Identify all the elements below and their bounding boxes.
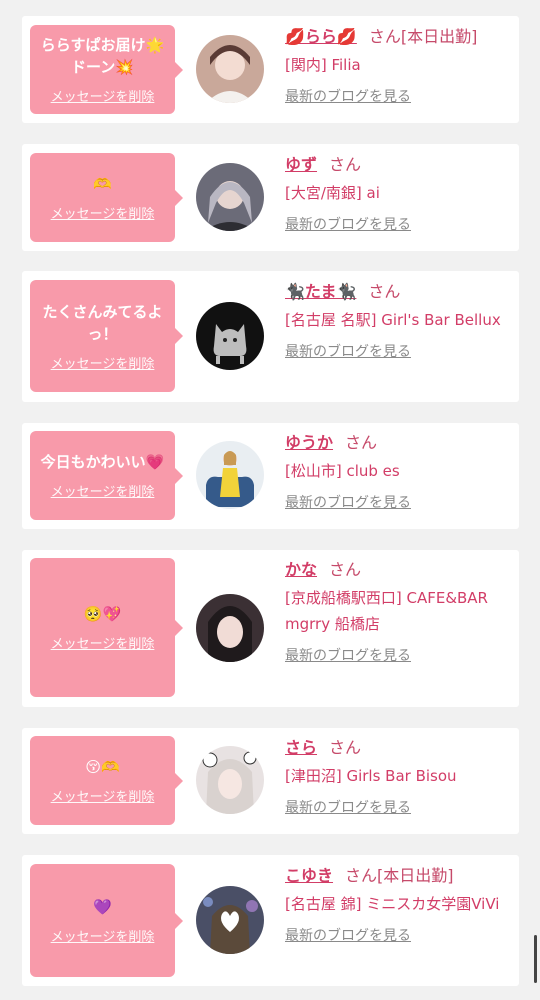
- message-bubble: たくさんみてるよっ！ メッセージを削除: [30, 280, 183, 392]
- scrollbar-thumb[interactable]: [534, 935, 537, 983]
- delete-message-link[interactable]: メッセージを削除: [51, 786, 155, 805]
- name-line: ゆうか さん: [285, 432, 510, 454]
- latest-blog-link[interactable]: 最新のブログを見る: [285, 799, 510, 817]
- name-line: さら さん: [285, 737, 510, 759]
- name-line: こゆき さん[本日出勤]: [285, 865, 510, 887]
- cast-name-link[interactable]: こゆき: [285, 866, 333, 885]
- avatar-photo: [196, 886, 264, 954]
- latest-blog-link[interactable]: 最新のブログを見る: [285, 647, 510, 665]
- honorific: さん: [329, 155, 362, 174]
- latest-blog-link[interactable]: 最新のブログを見る: [285, 927, 510, 945]
- message-bubble: 💜 メッセージを削除: [30, 864, 183, 977]
- avatar[interactable]: [196, 594, 264, 662]
- message-bubble: 🥺💖 メッセージを削除: [30, 558, 183, 697]
- list-item: 今日もかわいい💗 メッセージを削除 ゆうか さん [松山市] club es 最新…: [22, 423, 519, 529]
- delete-message-link[interactable]: メッセージを削除: [51, 481, 155, 500]
- message-bubble: ららすぱお届け🌟ドーン💥 メッセージを削除: [30, 25, 183, 114]
- avatar-photo: [196, 594, 264, 662]
- name-line: かな さん: [285, 559, 510, 581]
- message-bubble: 今日もかわいい💗 メッセージを削除: [30, 431, 183, 520]
- avatar-photo: [196, 163, 264, 231]
- avatar[interactable]: [196, 886, 264, 954]
- avatar-photo: [196, 746, 264, 814]
- shop-name: [津田沼] Girls Bar Bisou: [285, 767, 457, 785]
- latest-blog-link[interactable]: 最新のブログを見る: [285, 494, 510, 512]
- latest-blog-link[interactable]: 最新のブログを見る: [285, 88, 510, 106]
- delete-message-link[interactable]: メッセージを削除: [51, 86, 155, 105]
- delete-message-link[interactable]: メッセージを削除: [51, 926, 155, 945]
- message-text: 💜: [93, 898, 112, 916]
- cast-info: かな さん [京成船橋駅西口] CAFE&BAR mgrry 船橋店 最新のブログ…: [285, 559, 510, 665]
- avatar-photo: [196, 35, 264, 103]
- avatar-photo: [196, 441, 264, 509]
- cast-info: 🐈‍⬛たま🐈‍⬛ さん [名古屋 名駅] Girl's Bar Bellux 最新…: [285, 281, 510, 361]
- message-text: 😚🫶: [85, 758, 120, 776]
- honorific: さん: [368, 27, 401, 46]
- honorific: さん: [345, 866, 378, 885]
- cast-name-link[interactable]: 🐈‍⬛たま🐈‍⬛: [285, 282, 356, 301]
- cast-name-link[interactable]: さら: [285, 738, 317, 757]
- honorific: さん: [329, 560, 362, 579]
- list-item: 😚🫶 メッセージを削除 さら さん [津田沼] Girls Bar Bisou 最…: [22, 728, 519, 834]
- name-line: 🐈‍⬛たま🐈‍⬛ さん: [285, 281, 510, 303]
- message-text: 今日もかわいい💗: [40, 453, 165, 471]
- cast-info: ゆず さん [大宮/南銀] ai 最新のブログを見る: [285, 154, 510, 234]
- list-item: たくさんみてるよっ！ メッセージを削除 🐈‍⬛たま🐈‍⬛ さん [名古屋 名駅] …: [22, 271, 519, 402]
- shop-name: [大宮/南銀] ai: [285, 184, 380, 202]
- delete-message-link[interactable]: メッセージを削除: [51, 203, 155, 222]
- list-item: 🫶 メッセージを削除 ゆず さん [大宮/南銀] ai 最新のブログを見る: [22, 144, 519, 251]
- shop-name: [関内] Filia: [285, 56, 361, 74]
- message-text: ららすぱお届け🌟ドーン💥: [40, 36, 165, 76]
- message-text: 🫶: [93, 175, 112, 193]
- cast-info: さら さん [津田沼] Girls Bar Bisou 最新のブログを見る: [285, 737, 510, 817]
- work-status: [本日出勤]: [400, 27, 478, 46]
- avatar[interactable]: [196, 35, 264, 103]
- name-line: 💋らら💋 さん[本日出勤]: [285, 26, 510, 48]
- shop-name: [京成船橋駅西口] CAFE&BAR mgrry 船橋店: [285, 589, 488, 633]
- list-item: ららすぱお届け🌟ドーン💥 メッセージを削除 💋らら💋 さん[本日出勤] [関内] …: [22, 16, 519, 123]
- message-text: 🥺💖: [83, 605, 122, 623]
- message-bubble: 😚🫶 メッセージを削除: [30, 736, 183, 825]
- avatar[interactable]: [196, 746, 264, 814]
- honorific: さん: [368, 282, 401, 301]
- cast-info: 💋らら💋 さん[本日出勤] [関内] Filia 最新のブログを見る: [285, 26, 510, 106]
- avatar-photo: [196, 302, 264, 370]
- honorific: さん: [345, 433, 378, 452]
- avatar[interactable]: [196, 163, 264, 231]
- cast-name-link[interactable]: 💋らら💋: [285, 27, 357, 46]
- shop-name: [松山市] club es: [285, 462, 400, 480]
- name-line: ゆず さん: [285, 154, 510, 176]
- delete-message-link[interactable]: メッセージを削除: [51, 353, 155, 372]
- list-item: 💜 メッセージを削除 こゆき さん[本日出勤] [名古屋 錦] ミニスカ女学園Vi…: [22, 855, 519, 986]
- cast-name-link[interactable]: ゆうか: [285, 433, 333, 452]
- cast-name-link[interactable]: かな: [285, 560, 317, 579]
- avatar[interactable]: [196, 302, 264, 370]
- delete-message-link[interactable]: メッセージを削除: [51, 633, 155, 652]
- message-bubble: 🫶 メッセージを削除: [30, 153, 183, 242]
- list-item: 🥺💖 メッセージを削除 かな さん [京成船橋駅西口] CAFE&BAR mgrr…: [22, 550, 519, 707]
- cast-name-link[interactable]: ゆず: [285, 155, 317, 174]
- honorific: さん: [329, 738, 362, 757]
- avatar[interactable]: [196, 441, 264, 509]
- cast-info: こゆき さん[本日出勤] [名古屋 錦] ミニスカ女学園ViVi 最新のブログを見…: [285, 865, 510, 945]
- message-text: たくさんみてるよっ！: [42, 302, 163, 343]
- work-status: [本日出勤]: [377, 866, 454, 885]
- latest-blog-link[interactable]: 最新のブログを見る: [285, 216, 510, 234]
- cast-info: ゆうか さん [松山市] club es 最新のブログを見る: [285, 432, 510, 512]
- shop-name: [名古屋 錦] ミニスカ女学園ViVi: [285, 895, 500, 913]
- latest-blog-link[interactable]: 最新のブログを見る: [285, 343, 510, 361]
- shop-name: [名古屋 名駅] Girl's Bar Bellux: [285, 311, 501, 329]
